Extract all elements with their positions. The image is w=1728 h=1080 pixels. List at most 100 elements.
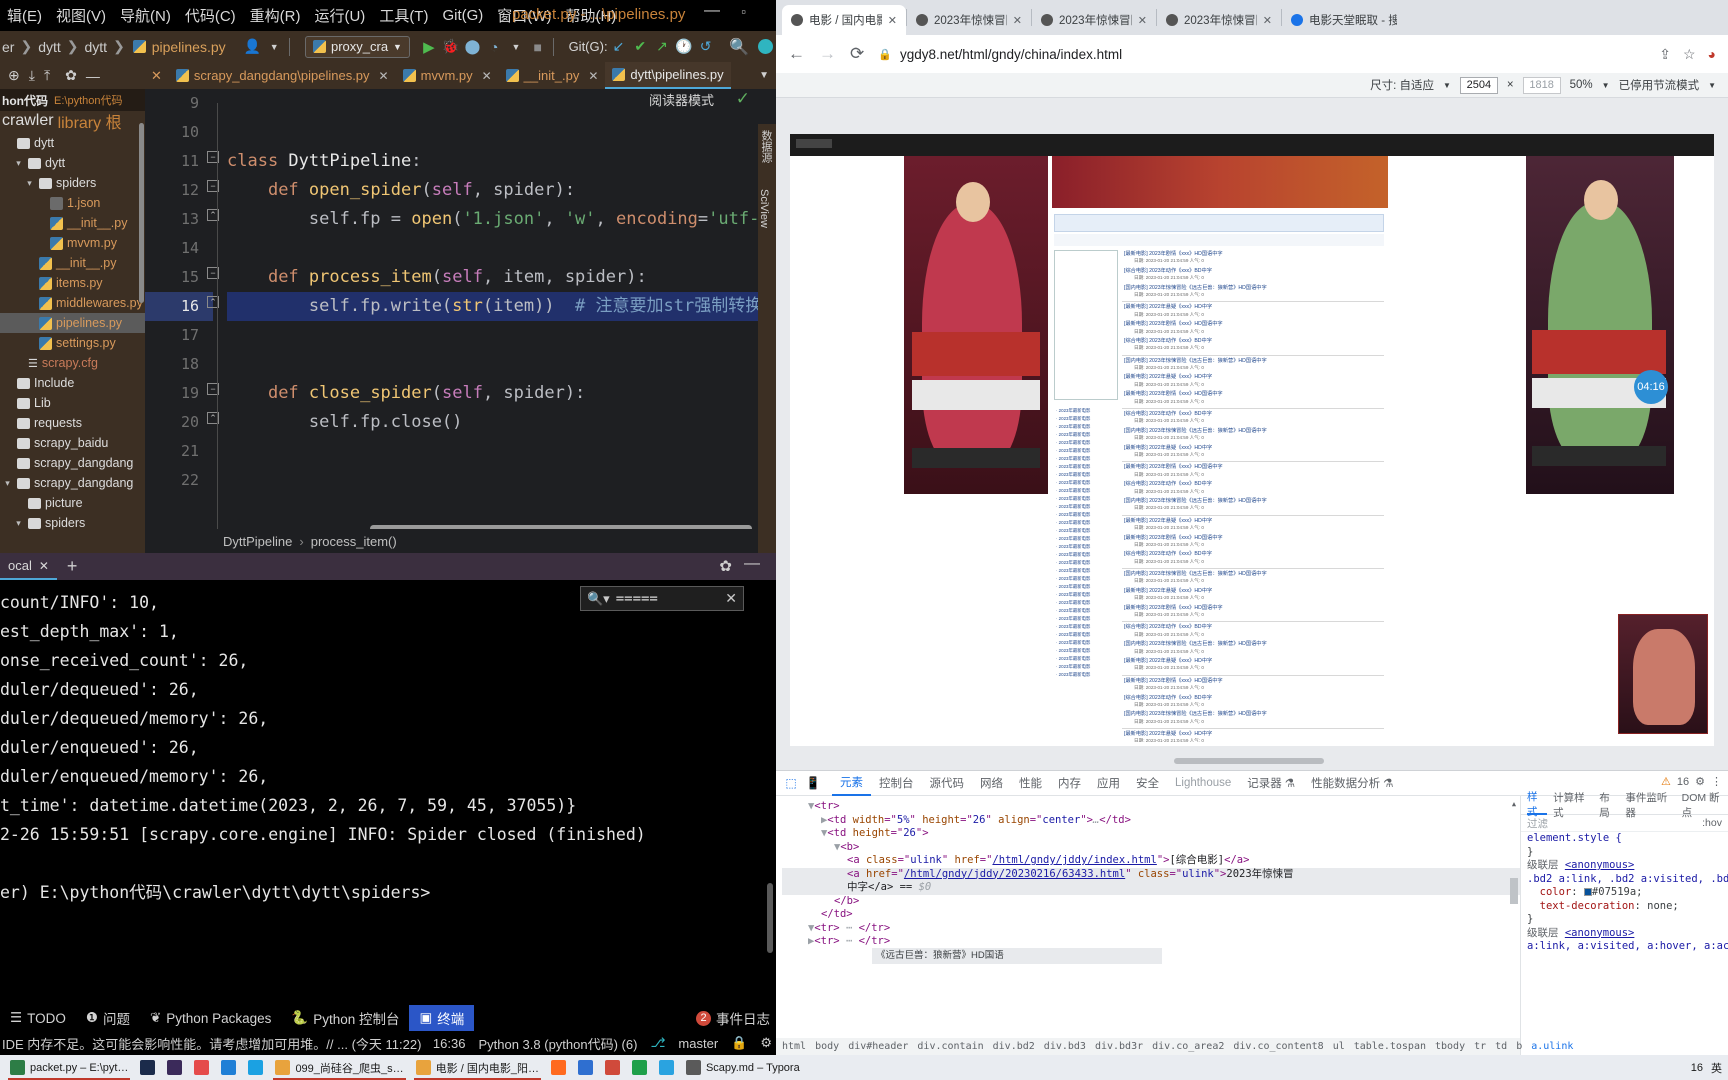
taskbar-item[interactable] (134, 1055, 161, 1080)
project-tree-item[interactable]: settings.py (0, 333, 145, 353)
breadcrumb-node[interactable]: div.bd2 (993, 1041, 1035, 1052)
nav-crumb-1[interactable]: dytt (36, 39, 63, 55)
movie-link[interactable]: [最新电影] 2022年悬疑《xxx》HD中字 (1122, 373, 1384, 381)
project-tree-item[interactable]: ▾ dytt (0, 153, 145, 173)
sidebar-link[interactable]: · 2023年最新电影 (1054, 432, 1118, 440)
movie-link[interactable]: [综合电影] 2023年动作《xxx》BD中字 (1122, 480, 1384, 488)
movie-link[interactable]: [综合电影] 2023年动作《xxx》BD中字 (1122, 694, 1384, 702)
sidebar-link[interactable]: · 2023年最新电影 (1054, 488, 1118, 496)
coverage-button[interactable]: ⬤ (462, 36, 484, 58)
style-rule-line[interactable]: element.style { (1521, 832, 1728, 846)
project-tree-item[interactable]: Include (0, 373, 145, 393)
device-width-input[interactable] (1459, 76, 1498, 94)
breadcrumb-node[interactable]: html (782, 1041, 806, 1052)
movie-link[interactable]: [国内电影] 2023年惊悚冒险《远古巨兽：狼新营》HD国语中字 (1122, 710, 1384, 718)
devtools-more-icon[interactable]: ⋮ (1711, 775, 1722, 788)
css-property[interactable]: color (1540, 886, 1572, 898)
css-selector[interactable]: element.style { (1527, 832, 1622, 844)
code-line[interactable] (227, 350, 776, 379)
sidebar-link[interactable]: · 2023年最新电影 (1054, 464, 1118, 472)
back-icon[interactable]: ← (788, 44, 805, 64)
project-root-row[interactable]: hon代码 E:\python代码 (0, 89, 145, 111)
movie-link[interactable]: [国内电影] 2023年惊悚冒险《远古巨兽：狼新营》HD国语中字 (1122, 570, 1384, 578)
dom-node[interactable]: ▶<td width="5%" height="26" align="cente… (782, 814, 1520, 828)
project-tree-item[interactable]: middlewares.py (0, 293, 145, 313)
breadcrumb-node[interactable]: div.co_content8 (1233, 1041, 1323, 1052)
tool-window-terminal[interactable]: ▣ 终端 (409, 1005, 475, 1031)
project-tree-item[interactable]: scrapy_dangdang (0, 453, 145, 473)
menu-item-7[interactable]: Git(G) (435, 7, 490, 24)
movie-link[interactable]: [综合电影] 2023年动作《xxx》BD中字 (1122, 410, 1384, 418)
styles-filter-input[interactable]: 过滤 (1527, 816, 1548, 831)
sidebar-link[interactable]: · 2023年最新电影 (1054, 584, 1118, 592)
movie-link[interactable]: [最新电影] 2023年剧情《xxx》HD国语中字 (1122, 390, 1384, 398)
sidebar-link[interactable]: · 2023年最新电影 (1054, 672, 1118, 680)
cascade-layer-link[interactable]: <anonymous> (1565, 927, 1635, 939)
project-tree-item[interactable]: 1.json (0, 193, 145, 213)
movie-link[interactable]: [最新电影] 2022年悬疑《xxx》HD中字 (1122, 730, 1384, 738)
movie-link[interactable]: [最新电影] 2022年悬疑《xxx》HD中字 (1122, 587, 1384, 595)
movie-link[interactable]: [国内电影] 2023年惊悚冒险《远古巨兽：狼新营》HD国语中字 (1122, 284, 1384, 292)
git-branch-label[interactable]: master (678, 1036, 718, 1051)
breadcrumb-class[interactable]: DyttPipeline (223, 534, 292, 549)
devtools-tab-memory[interactable]: 内存 (1050, 771, 1089, 796)
interpreter-label[interactable]: Python 3.8 (python代码) (6) (478, 1034, 637, 1053)
movie-link[interactable]: [最新电影] 2023年剧情《xxx》HD国语中字 (1122, 677, 1384, 685)
line-number[interactable]: 22 (145, 466, 213, 495)
new-terminal-icon[interactable]: + (67, 556, 78, 577)
breadcrumb-node[interactable]: div.bd3r (1095, 1041, 1143, 1052)
ime-indicator[interactable]: 英 (1711, 1060, 1722, 1076)
close-icon[interactable]: ✕ (588, 69, 598, 83)
profile-avatar[interactable]: ◕ (1708, 46, 1716, 62)
viewport-scrollbar[interactable] (1174, 758, 1324, 764)
movie-list[interactable]: [最新电影] 2023年剧情《xxx》HD国语中字 日期: 2023-01-20 … (1052, 212, 1388, 742)
tabs-overflow-icon[interactable]: ▼ (752, 62, 776, 89)
project-tree-item[interactable]: requests (0, 413, 145, 433)
menu-item-0[interactable]: 辑(E) (0, 5, 49, 26)
breadcrumb-node[interactable]: div.bd3 (1044, 1041, 1086, 1052)
inspections-ok-icon[interactable]: ✓ (736, 89, 750, 109)
movie-link[interactable]: [国内电影] 2023年惊悚冒险《远古巨兽：狼新营》HD国语中字 (1122, 497, 1384, 505)
style-rules[interactable]: element.style {} 级联层 <anonymous> .bd2 a:li… (1521, 832, 1728, 954)
sidebar-link[interactable]: · 2023年最新电影 (1054, 640, 1118, 648)
movie-link[interactable]: [国内电影] 2023年惊悚冒险《远古巨兽：狼新营》HD国语中字 (1122, 640, 1384, 648)
sidebar-link[interactable]: · 2023年最新电影 (1054, 608, 1118, 616)
dom-node[interactable]: 中字</a> == $0 (782, 881, 1520, 895)
movie-link[interactable]: [最新电影] 2023年剧情《xxx》HD国语中字 (1122, 534, 1384, 542)
cascade-layer-link[interactable]: <anonymous> (1565, 859, 1635, 871)
code-line[interactable]: self.fp.close() (227, 408, 776, 437)
sidebar-link[interactable]: · 2023年最新电影 (1054, 424, 1118, 432)
event-log-area[interactable]: 2 事件日志 (696, 1008, 770, 1028)
chevron-down-icon[interactable]: ▼ (505, 36, 527, 58)
editor-tab-3[interactable]: dytt\pipelines.py (605, 62, 731, 89)
code-content[interactable]: class DyttPipeline: def open_spider(self… (227, 89, 776, 553)
taskbar-item[interactable] (242, 1055, 269, 1080)
movie-link[interactable]: [最新电影] 2023年剧情《xxx》HD国语中字 (1122, 250, 1384, 258)
gear-icon[interactable]: ✿ (65, 67, 77, 84)
sidebar-link[interactable]: · 2023年最新电影 (1054, 520, 1118, 528)
sidebar-link[interactable]: · 2023年最新电影 (1054, 448, 1118, 456)
movie-link[interactable]: [最新电影] 2022年悬疑《xxx》HD中字 (1122, 517, 1384, 525)
sidebar-link[interactable]: · 2023年最新电影 (1054, 440, 1118, 448)
breadcrumb-node[interactable]: a.ulink (1531, 1041, 1573, 1052)
devtools-tab-sources[interactable]: 源代码 (922, 771, 973, 796)
movie-link[interactable]: [最新电影] 2022年悬疑《xxx》HD中字 (1122, 657, 1384, 665)
line-number[interactable]: 12 (145, 176, 213, 205)
breadcrumb-node[interactable]: div.contain (917, 1041, 983, 1052)
warning-icon[interactable]: ⚠ (1661, 775, 1671, 788)
breadcrumb-node[interactable]: ul (1333, 1041, 1345, 1052)
hide-panel-icon[interactable]: — (86, 68, 100, 84)
profile-button[interactable]: ◔ (483, 36, 505, 58)
breadcrumb-node[interactable]: body (815, 1041, 839, 1052)
movie-link[interactable]: [最新电影] 2023年剧情《xxx》HD国语中字 (1122, 320, 1384, 328)
color-swatch[interactable] (1583, 888, 1592, 896)
git-commit-icon[interactable]: ✔ (629, 36, 651, 58)
project-tree-item[interactable]: ☰ scrapy.cfg (0, 353, 145, 373)
git-history-icon[interactable]: 🕐 (673, 36, 695, 58)
rail-item-sciview[interactable]: SciView (758, 183, 770, 228)
dom-node[interactable]: ▼<td height="26"> (782, 827, 1520, 841)
movie-link[interactable]: [国内电影] 2023年惊悚冒险《远古巨兽：狼新营》HD国语中字 (1122, 357, 1384, 365)
css-value[interactable]: #07519a; (1592, 886, 1643, 898)
project-tree-item[interactable]: mvvm.py (0, 233, 145, 253)
sidebar-link[interactable]: · 2023年最新电影 (1054, 456, 1118, 464)
